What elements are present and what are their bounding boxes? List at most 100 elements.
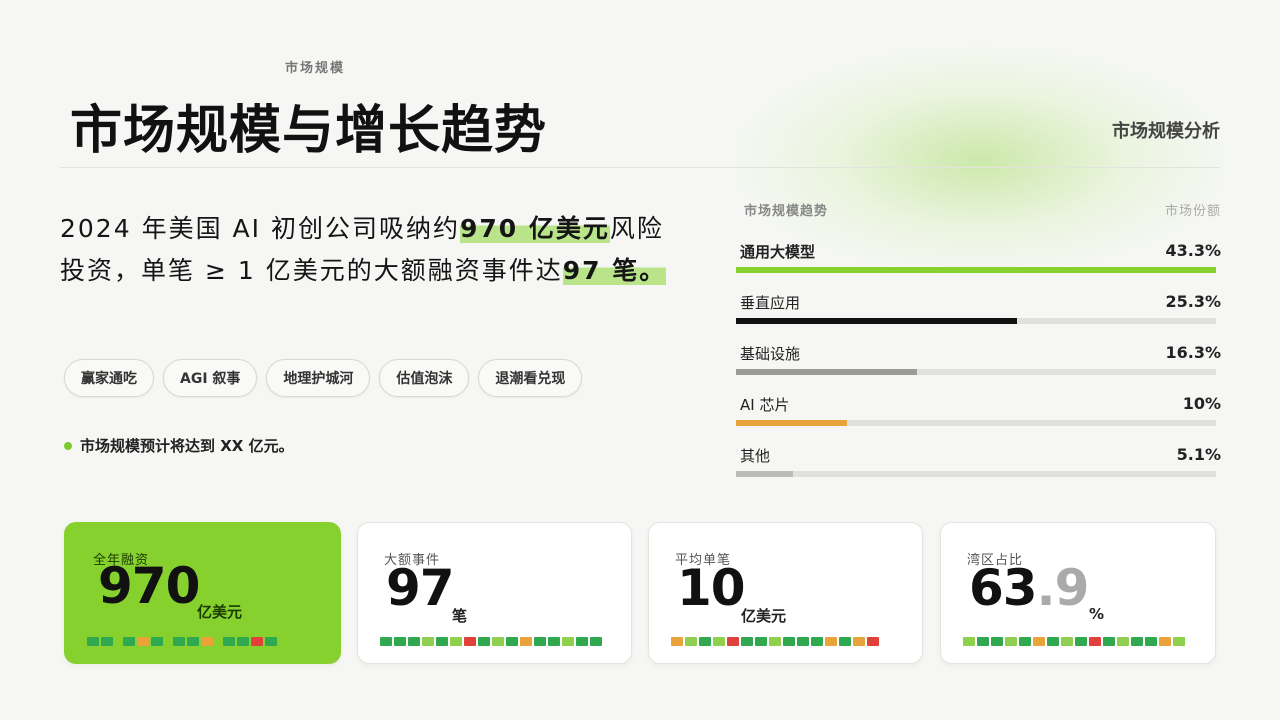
- heat-block: [115, 637, 121, 646]
- heat-block: [713, 637, 725, 646]
- stat-value: 63.9: [969, 559, 1090, 617]
- section-kicker: 市场规模: [285, 61, 346, 76]
- stat-card-large-deals: 大额事件 97 笔: [357, 522, 632, 664]
- share-row-value: 10%: [1182, 394, 1221, 413]
- heat-block: [1145, 637, 1157, 646]
- heat-block: [1033, 637, 1045, 646]
- tag-geo-moat[interactable]: 地理护城河: [266, 359, 371, 397]
- stat-value-main: 63: [969, 559, 1038, 617]
- heat-block: [741, 637, 753, 646]
- market-note-text: 市场规模预计将达到 XX 亿元。: [80, 437, 294, 455]
- heat-block: [1019, 637, 1031, 646]
- heat-block: [201, 637, 213, 646]
- page-title: 市场规模与增长趋势: [70, 101, 548, 161]
- share-bar-fill: [736, 420, 847, 426]
- heat-block: [151, 637, 163, 646]
- heat-block: [137, 637, 149, 646]
- share-bar-fill: [736, 471, 793, 477]
- heat-block: [797, 637, 809, 646]
- heat-block: [727, 637, 739, 646]
- share-row: 其他 5.1%: [736, 445, 1221, 496]
- heat-block: [380, 637, 392, 646]
- heat-block: [1005, 637, 1017, 646]
- lede-highlight-count: 97 笔。: [562, 256, 667, 285]
- heat-block: [977, 637, 989, 646]
- share-panel-header: 市场规模趋势 市场份额: [736, 200, 1221, 219]
- heat-block: [811, 637, 823, 646]
- share-bar-fill: [736, 369, 917, 375]
- heat-block: [1061, 637, 1073, 646]
- stat-unit: 亿美元: [741, 607, 787, 625]
- lede-paragraph: 2024 年美国 AI 初创公司吸纳约970 亿美元风险投资，单笔 ≥ 1 亿美…: [60, 208, 680, 292]
- heat-block: [215, 637, 221, 646]
- share-panel-title: 市场规模趋势: [744, 204, 829, 219]
- heat-block: [436, 637, 448, 646]
- share-row-value: 16.3%: [1165, 343, 1221, 362]
- heat-block: [87, 637, 99, 646]
- heat-block: [769, 637, 781, 646]
- heat-block: [408, 637, 420, 646]
- share-row-label: 其他: [740, 447, 771, 465]
- heat-block: [251, 637, 263, 646]
- heat-block: [478, 637, 490, 646]
- tag-valuation-bubble[interactable]: 估值泡沫: [379, 359, 470, 397]
- heat-block: [963, 637, 975, 646]
- lede-text-1: 2024 年美国 AI 初创公司吸纳约: [60, 214, 460, 243]
- stat-value: 97: [386, 559, 455, 617]
- heat-block: [165, 637, 171, 646]
- stat-unit: 亿美元: [197, 603, 243, 621]
- heat-block: [562, 637, 574, 646]
- share-bar-fill: [736, 267, 1216, 273]
- heat-block: [394, 637, 406, 646]
- heat-block: [825, 637, 837, 646]
- market-note: 市场规模预计将达到 XX 亿元。: [64, 435, 294, 456]
- heat-block: [755, 637, 767, 646]
- share-bar-track: [736, 318, 1216, 324]
- heat-block: [783, 637, 795, 646]
- heat-block: [450, 637, 462, 646]
- tag-winner-takes-all[interactable]: 赢家通吃: [64, 359, 154, 397]
- heat-block: [422, 637, 434, 646]
- stat-blocks: [671, 637, 879, 646]
- heat-block: [839, 637, 851, 646]
- share-panel-right-title: 市场份额: [1164, 204, 1221, 219]
- stat-blocks: [87, 637, 277, 646]
- stat-card-avg-deal: 平均单笔 10 亿美元: [648, 522, 923, 664]
- heat-block: [1159, 637, 1171, 646]
- heat-block: [1047, 637, 1059, 646]
- share-row: 通用大模型 43.3%: [736, 241, 1221, 292]
- heat-block: [265, 637, 277, 646]
- stat-card-bay-area-share: 湾区占比 63.9 %: [940, 522, 1216, 664]
- heat-block: [867, 637, 879, 646]
- heat-block: [123, 637, 135, 646]
- heat-block: [548, 637, 560, 646]
- share-row-label: 通用大模型: [740, 243, 816, 261]
- stat-blocks: [380, 637, 602, 646]
- heat-block: [173, 637, 185, 646]
- heat-block: [187, 637, 199, 646]
- tag-agi-narrative[interactable]: AGI 叙事: [163, 359, 258, 397]
- heat-block: [223, 637, 235, 646]
- heat-block: [576, 637, 588, 646]
- stat-value-decimal: .9: [1036, 559, 1090, 617]
- lede-text-3: 。: [639, 256, 667, 285]
- share-bar-fill: [736, 318, 1017, 324]
- heat-block: [699, 637, 711, 646]
- header-divider: [60, 167, 1220, 168]
- heat-block: [506, 637, 518, 646]
- stat-unit: 笔: [452, 607, 468, 625]
- share-bar-track: [736, 420, 1216, 426]
- heat-block: [853, 637, 865, 646]
- tag-ebb-delivery[interactable]: 退潮看兑现: [478, 359, 583, 397]
- heat-block: [492, 637, 504, 646]
- stat-value: 10: [677, 559, 746, 617]
- heat-block: [237, 637, 249, 646]
- share-row-value: 43.3%: [1165, 241, 1221, 260]
- stat-card-annual-funding: 全年融资 970 亿美元: [64, 522, 341, 664]
- heat-block: [991, 637, 1003, 646]
- share-bar-track: [736, 471, 1216, 477]
- stat-unit: %: [1089, 605, 1105, 623]
- share-row-value: 25.3%: [1165, 292, 1221, 311]
- lede-highlight-count-text: 97 笔: [562, 256, 640, 285]
- heat-block: [101, 637, 113, 646]
